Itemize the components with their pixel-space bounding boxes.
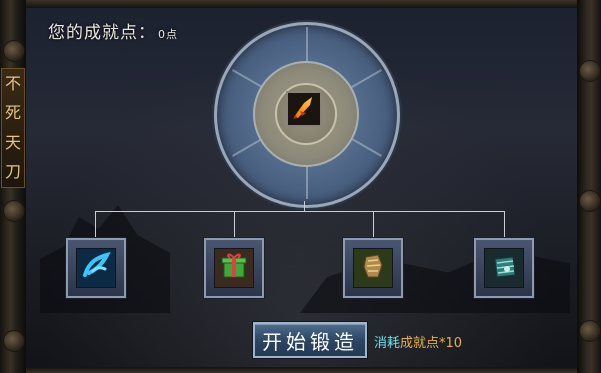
jade-armor-icon [487, 249, 521, 287]
item-frame [214, 248, 254, 288]
weapon-name-char: 刀 [4, 162, 21, 182]
top-border [20, 0, 581, 8]
achievement-points-header: 您的成就点： 0点 [48, 18, 178, 43]
tree-connector [95, 211, 96, 238]
forge-panel: 不 死 天 刀 您的成就点： 0点 开始锻造 消耗成就点*10 [0, 0, 601, 373]
achievement-points-label: 您的成就点： [48, 23, 156, 43]
tree-connector [504, 211, 505, 238]
bronze-gauntlet-icon [356, 249, 390, 287]
tree-connector [95, 211, 505, 212]
item-frame [76, 248, 116, 288]
weapon-name-char: 不 [4, 73, 21, 93]
forge-cost-amount: 成就点*10 [400, 336, 463, 351]
green-gift-box-icon [217, 249, 251, 287]
bottom-border [20, 367, 581, 373]
tree-connector [234, 211, 235, 238]
item-frame [353, 248, 393, 288]
start-forge-button[interactable]: 开始锻造 [253, 322, 367, 358]
achievement-points-value: 0点 [158, 28, 178, 41]
item-frame [484, 248, 524, 288]
pillar-knot [579, 320, 601, 342]
target-weapon-slot[interactable] [286, 91, 322, 127]
pillar-knot [3, 200, 25, 222]
weapon-name-tab[interactable]: 不 死 天 刀 [1, 68, 25, 188]
tree-connector [373, 211, 374, 238]
pillar-knot [3, 330, 25, 352]
pillar-knot [3, 40, 25, 62]
material-slot-3[interactable] [343, 238, 403, 298]
pillar-knot [579, 190, 601, 212]
weapon-name-char: 死 [4, 103, 21, 123]
forge-cost-prefix: 消耗 [374, 336, 401, 351]
right-pillar [577, 0, 601, 373]
material-slot-1[interactable] [66, 238, 126, 298]
pillar-knot [579, 60, 601, 82]
blue-feather-icon [79, 249, 113, 287]
material-slot-4[interactable] [474, 238, 534, 298]
forge-cost: 消耗成就点*10 [374, 332, 462, 351]
material-slot-2[interactable] [204, 238, 264, 298]
weapon-name-char: 天 [4, 132, 21, 152]
flaming-blade-icon [290, 93, 318, 125]
